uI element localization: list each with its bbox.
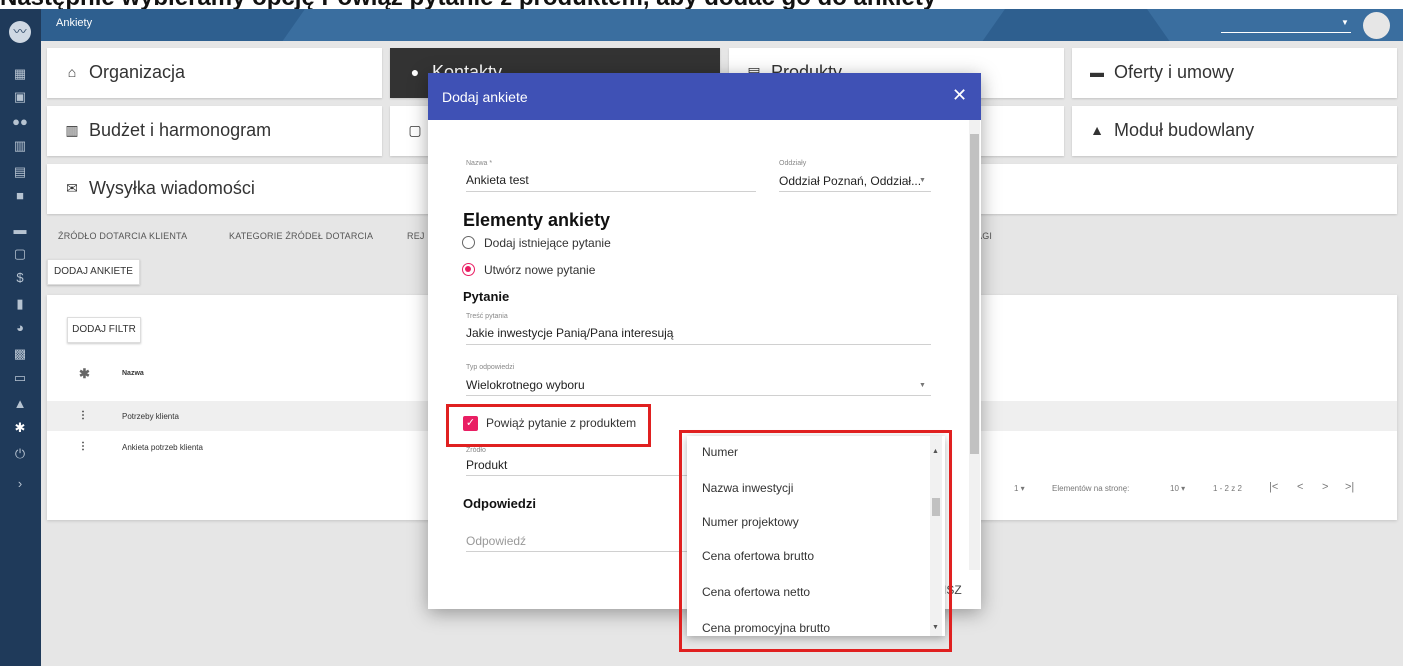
warning-icon: ▲ <box>1090 122 1104 138</box>
gear-icon[interactable]: ✱ <box>10 419 30 437</box>
warning-icon[interactable]: ▲ <box>10 395 30 413</box>
radio-new-question[interactable] <box>462 263 475 276</box>
radio-existing-label[interactable]: Dodaj istniejące pytanie <box>484 236 611 250</box>
close-icon[interactable]: ✕ <box>952 86 967 104</box>
module-label: Organizacja <box>89 62 186 82</box>
per-page-select[interactable]: 10 ▾ <box>1170 484 1185 493</box>
bar-chart-icon[interactable]: ▩ <box>10 345 30 363</box>
highlight-box-dropdown <box>679 430 952 652</box>
building-icon: ▥ <box>65 122 79 138</box>
question-input[interactable]: Jakie inwestycje Panią/Pana interesują <box>466 326 673 340</box>
expand-icon[interactable]: › <box>10 475 30 493</box>
module-label: Oferty i umowy <box>1114 62 1235 82</box>
folder-icon: ▬ <box>1090 64 1104 80</box>
mail-icon: ✉ <box>66 180 78 196</box>
subnav-tab[interactable]: REJ <box>407 231 425 241</box>
source-label: Źródło <box>466 447 486 454</box>
top-bar: Ankiety ▼ <box>41 9 1403 41</box>
subnav-tab[interactable]: ŹRÓDŁO DOTARCIA KLIENTA <box>58 231 187 241</box>
person-icon: ● <box>410 64 420 80</box>
card-icon[interactable]: ▭ <box>10 369 30 387</box>
branches-label: Oddziały <box>779 160 807 167</box>
more-vert-icon[interactable]: ⋮ <box>78 410 88 421</box>
prev-page-icon[interactable]: < <box>1297 481 1303 493</box>
building-icon[interactable]: ▥ <box>10 137 30 155</box>
caption-strip: Następnie wybieramy opcję Powiąż pytanie… <box>0 0 1403 9</box>
page-select[interactable]: 1 ▾ <box>1014 484 1025 493</box>
document-icon[interactable]: ▮ <box>10 295 30 313</box>
chevron-down-icon[interactable]: ▼ <box>919 177 926 184</box>
answer-input[interactable]: Odpowiedź <box>466 534 526 548</box>
answer-type-label: Typ odpowiedzi <box>466 364 515 371</box>
per-page-label: Elementów na stronę: <box>1052 484 1130 493</box>
per-page-value: 10 <box>1170 484 1179 493</box>
caption-text: Następnie wybieramy opcję Powiąż pytanie… <box>0 0 936 9</box>
last-page-icon[interactable]: >| <box>1345 481 1354 493</box>
name-underline <box>466 191 756 192</box>
dashboard-icon[interactable]: ▦ <box>10 65 30 83</box>
source-underline <box>466 475 688 476</box>
briefcase-icon[interactable]: ■ <box>10 187 30 205</box>
inbox-icon[interactable]: ▢ <box>10 245 30 263</box>
module-card-oferty[interactable]: ▬ Oferty i umowy <box>1072 48 1397 98</box>
dialog-header: Dodaj ankiete ✕ <box>428 73 981 120</box>
row-name: Potrzeby klienta <box>122 412 179 421</box>
dialog-scroll-thumb[interactable] <box>970 134 979 454</box>
question-label: Treść pytania <box>466 313 508 320</box>
people-icon[interactable]: ●● <box>10 113 30 131</box>
module-label: Budżet i harmonogram <box>89 120 272 140</box>
home-icon: ⌂ <box>67 64 77 80</box>
pager-range: 1 - 2 z 2 <box>1213 484 1242 493</box>
power-icon[interactable]: ⏻ <box>10 445 30 463</box>
radio-existing-question[interactable] <box>462 236 475 249</box>
gear-icon[interactable]: ✱ <box>79 366 90 382</box>
branches-select[interactable]: Oddział Poznań, Oddział... <box>779 174 921 188</box>
dollar-icon[interactable]: $ <box>10 269 30 287</box>
company-select[interactable] <box>1221 32 1351 33</box>
answers-heading: Odpowiedzi <box>463 496 536 511</box>
logo-icon[interactable]: 〰 <box>9 21 31 43</box>
name-input[interactable]: Ankieta test <box>466 173 529 187</box>
radio-new-label[interactable]: Utwórz nowe pytanie <box>484 263 595 277</box>
store-icon[interactable]: ▤ <box>10 163 30 181</box>
module-card-organizacja[interactable]: ⌂ Organizacja <box>47 48 382 98</box>
module-label: Moduł budowlany <box>1114 120 1255 140</box>
module-card-budowlany[interactable]: ▲ Moduł budowlany <box>1072 106 1397 156</box>
page-select-value: 1 <box>1014 484 1019 493</box>
source-select[interactable]: Produkt <box>466 458 507 472</box>
answer-type-underline <box>466 395 931 396</box>
answer-type-select[interactable]: Wielokrotnego wyboru <box>466 378 585 392</box>
branches-underline <box>779 191 931 192</box>
question-heading: Pytanie <box>463 289 510 304</box>
row-name: Ankieta potrzeb klienta <box>122 443 203 452</box>
module-label: Wysyłka wiadomości <box>89 178 255 198</box>
add-filter-button[interactable]: DODAJ FILTR <box>67 317 141 343</box>
subnav-tab[interactable]: KATEGORIE ŹRÓDEŁ DOTARCIA <box>229 231 373 241</box>
answer-underline <box>466 551 688 552</box>
module-card-budzet[interactable]: ▥ Budżet i harmonogram <box>47 106 382 156</box>
dialog-scrollbar[interactable] <box>969 120 980 570</box>
more-vert-icon[interactable]: ⋮ <box>78 441 88 452</box>
topbar-decoration <box>1118 9 1403 41</box>
pie-chart-icon[interactable]: ◕ <box>10 319 30 337</box>
highlight-box-checkbox <box>446 404 651 447</box>
dialog-title: Dodaj ankiete <box>442 89 528 105</box>
calendar-icon[interactable]: ▣ <box>10 88 30 106</box>
question-underline <box>466 344 931 345</box>
sidebar: 〰 ▦ ▣ ●● ▥ ▤ ■ ▬ ▢ $ ▮ ◕ ▩ ▭ ▲ ✱ ⏻ › <box>0 9 41 666</box>
add-survey-button[interactable]: DODAJ ANKIETE <box>47 259 140 285</box>
chevron-down-icon[interactable]: ▼ <box>1341 18 1349 27</box>
first-page-icon[interactable]: |< <box>1269 481 1278 493</box>
chevron-down-icon[interactable]: ▼ <box>919 382 926 389</box>
topbar-decoration <box>248 9 1034 41</box>
next-page-icon[interactable]: > <box>1322 481 1328 493</box>
app-title: Ankiety <box>56 17 93 29</box>
inbox-icon: ▢ <box>408 122 422 138</box>
folder-icon[interactable]: ▬ <box>10 221 30 239</box>
elements-heading: Elementy ankiety <box>463 210 611 230</box>
name-label: Nazwa * <box>466 160 493 167</box>
avatar[interactable] <box>1363 12 1390 39</box>
column-header-name[interactable]: Nazwa <box>122 370 144 377</box>
